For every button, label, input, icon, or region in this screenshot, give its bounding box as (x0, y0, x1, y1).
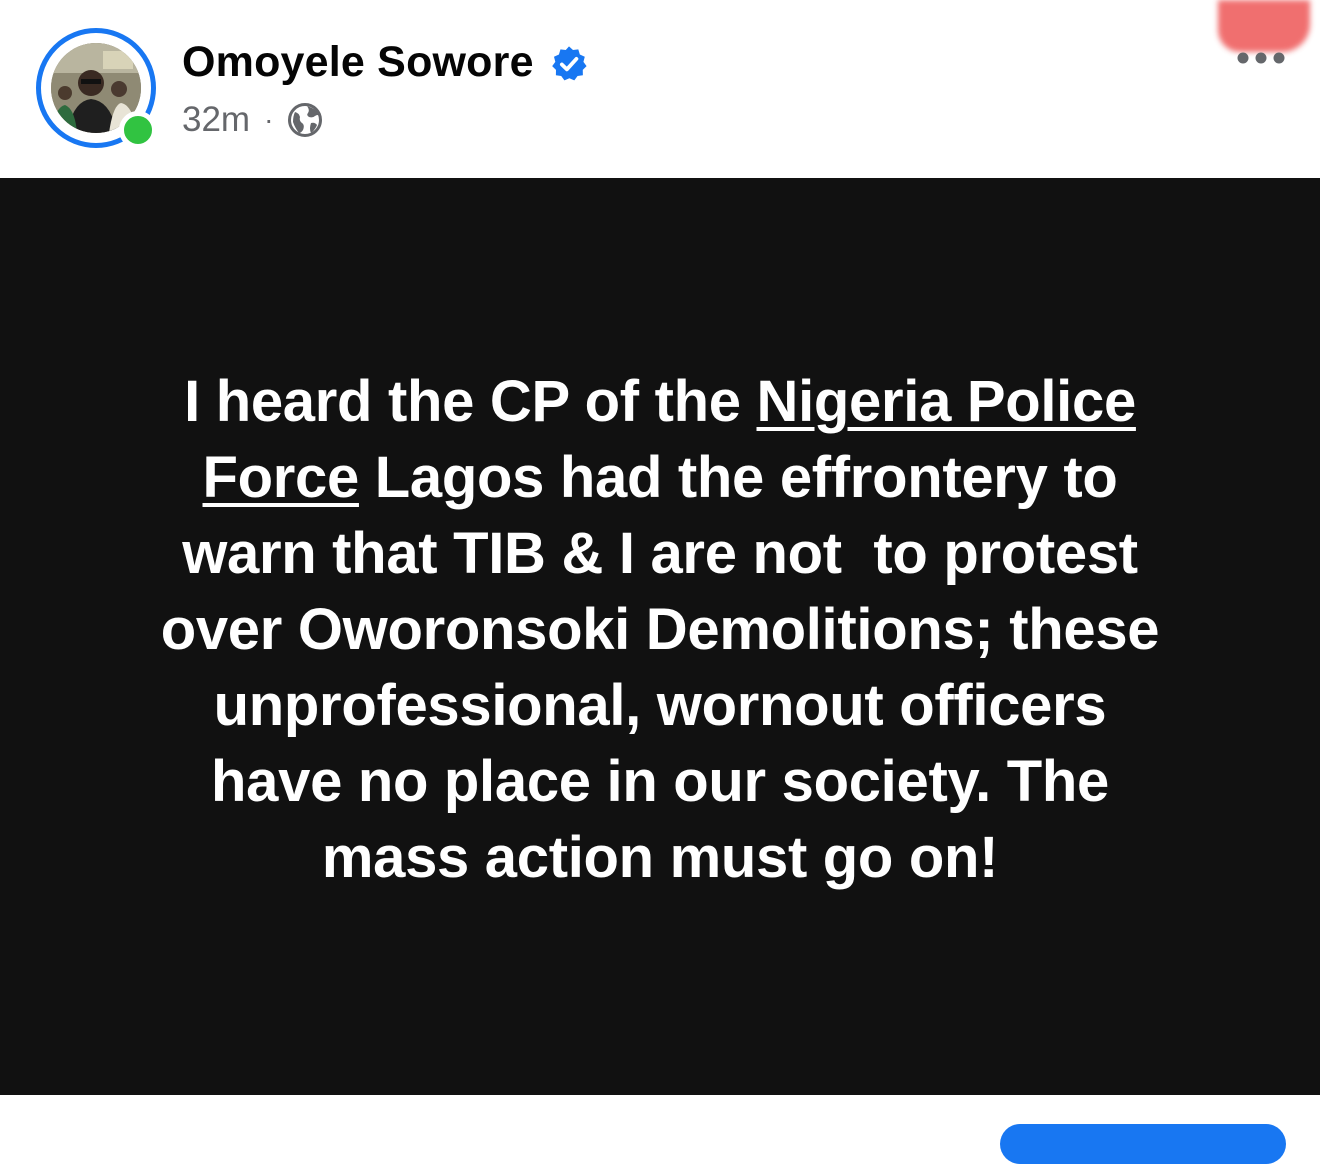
online-status-dot (119, 111, 157, 149)
hashtag-link-nigeria-police[interactable]: Nigeria Police (757, 369, 1137, 434)
more-options-icon (1237, 52, 1285, 64)
post-text-line: Force Lagos had the effrontery to (60, 440, 1260, 516)
post-text-line: warn that TIB & I are not to protest (182, 521, 1138, 586)
hashtag-link-force[interactable]: Force (203, 445, 360, 510)
meta-separator: · (264, 104, 274, 135)
post-timestamp[interactable]: 32m (182, 100, 250, 140)
post-text-line: I heard the CP of the Nigeria Police (60, 364, 1260, 440)
post-text-card[interactable]: I heard the CP of the Nigeria Police For… (0, 178, 1320, 1095)
post-text-line: mass action must go on! (321, 825, 999, 890)
text-segment: Lagos had the effrontery to (358, 445, 1118, 510)
post-text-line: have no place in our society. The (211, 749, 1109, 814)
globe-icon[interactable] (287, 102, 323, 138)
verified-badge-icon (552, 46, 587, 81)
post-text-line: unprofessional, wornout officers (213, 673, 1107, 738)
post-header: Omoyele Sowore 32m · (0, 0, 1320, 178)
more-options-button[interactable] (1226, 40, 1296, 76)
action-button[interactable] (1000, 1124, 1286, 1164)
author-name[interactable]: Omoyele Sowore (182, 38, 534, 87)
post-meta: 32m · (182, 98, 323, 142)
post-text-line: over Oworonsoki Demolitions; these (160, 597, 1160, 662)
post-text: I heard the CP of the Nigeria Police For… (60, 364, 1260, 896)
text-segment: I heard the CP of the (184, 369, 757, 434)
